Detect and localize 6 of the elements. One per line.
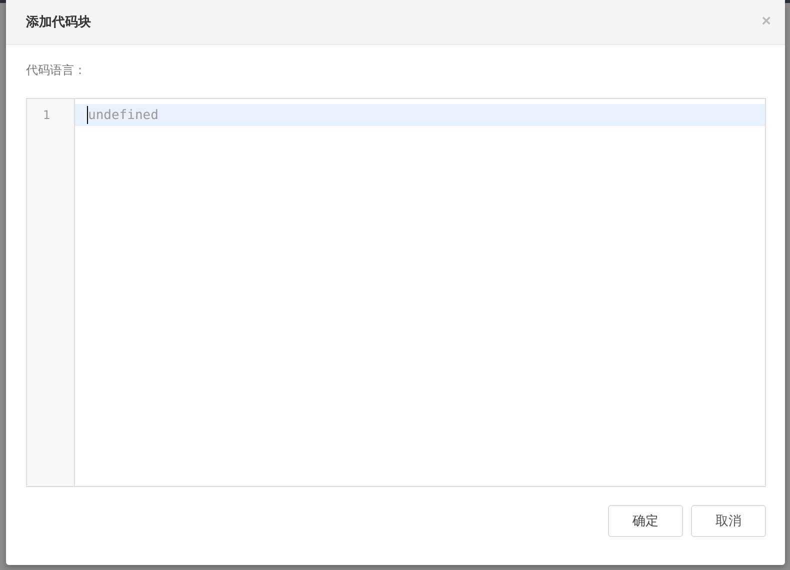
cancel-button[interactable]: 取消 [691, 505, 766, 537]
text-cursor [87, 106, 88, 124]
confirm-button[interactable]: 确定 [608, 505, 683, 537]
line-number: 1 [42, 107, 52, 124]
field-label: 代码语言： [26, 62, 87, 79]
dialog-title: 添加代码块 [26, 14, 91, 31]
